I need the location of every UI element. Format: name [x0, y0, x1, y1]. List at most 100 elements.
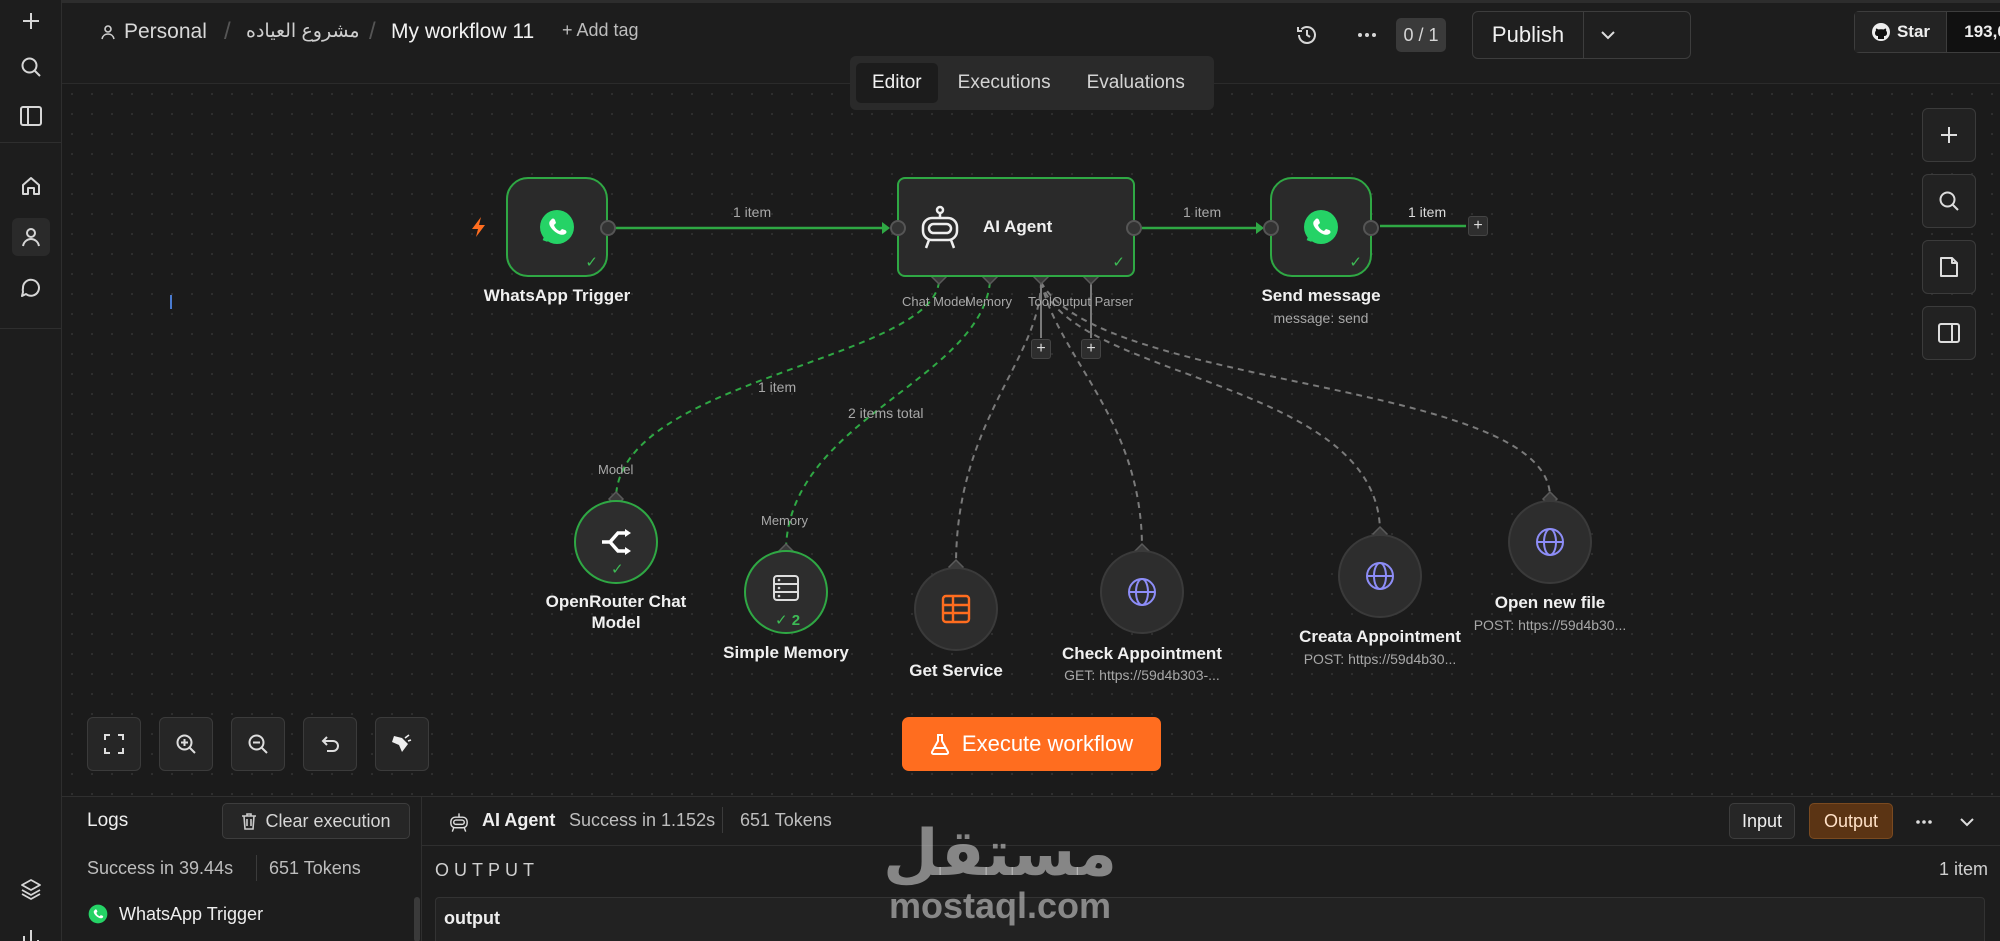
port-label-model: Model — [598, 462, 634, 477]
tab-editor[interactable]: Editor — [856, 63, 938, 103]
add-tool-button[interactable]: + — [1031, 339, 1051, 359]
zoom-in-icon[interactable] — [159, 717, 213, 771]
robot-icon — [921, 205, 959, 249]
publish-button[interactable]: Publish — [1473, 12, 1583, 58]
success-check-icon: ✓ — [1112, 254, 1125, 271]
logs-scrollbar[interactable] — [414, 897, 420, 941]
trigger-bolt-icon — [472, 217, 485, 237]
github-star-widget[interactable]: Star 193,091 — [1854, 11, 2000, 53]
sidebar-toggle-icon[interactable] — [12, 97, 50, 135]
workflow-name[interactable]: My workflow 11 — [391, 20, 534, 44]
more-options-icon[interactable] — [1909, 807, 1939, 837]
add-parser-button[interactable]: + — [1081, 339, 1101, 359]
node-simple-memory[interactable]: ✓ 2 — [744, 550, 828, 634]
home-icon[interactable] — [12, 167, 50, 205]
node-label: WhatsApp Trigger — [483, 286, 631, 305]
view-tabs: Editor Executions Evaluations — [850, 56, 1214, 110]
output-toggle-button[interactable]: Output — [1809, 803, 1893, 839]
publish-options-button[interactable] — [1583, 12, 1631, 58]
log-detail: AI Agent Success in 1.152s 651 Tokens In… — [422, 797, 2000, 941]
node-whatsapp-trigger[interactable]: ✓ — [506, 177, 608, 277]
add-tag-link[interactable]: + Add tag — [562, 20, 639, 41]
execute-workflow-button[interactable]: Execute workflow — [902, 717, 1161, 771]
search-icon[interactable] — [1922, 174, 1976, 228]
input-toggle-button[interactable]: Input — [1729, 803, 1795, 839]
panel-toggle-icon[interactable] — [1922, 306, 1976, 360]
node-openrouter[interactable]: ✓ — [574, 500, 658, 584]
node-label: Open new file — [1494, 593, 1606, 612]
more-options-icon[interactable] — [1350, 18, 1384, 52]
input-port[interactable] — [1263, 220, 1279, 236]
node-label: OpenRouter Chat Model — [545, 592, 687, 632]
active-counter: 0 / 1 — [1396, 18, 1446, 52]
breadcrumb-folder[interactable]: مشروع العياده — [246, 20, 360, 43]
user-icon[interactable] — [12, 218, 50, 256]
node-subtitle: message: send — [1273, 310, 1369, 326]
output-port[interactable] — [1126, 220, 1142, 236]
github-star-button[interactable]: Star — [1855, 12, 1947, 52]
input-port[interactable] — [890, 220, 906, 236]
tab-executions[interactable]: Executions — [942, 63, 1067, 103]
github-star-count: 193,091 — [1964, 22, 2000, 41]
fit-view-icon[interactable] — [87, 717, 141, 771]
node-subtitle: POST: https://59d4b30... — [1303, 651, 1457, 667]
breadcrumb-project[interactable]: Personal — [100, 20, 207, 44]
whatsapp-icon — [540, 210, 574, 244]
database-icon — [773, 575, 799, 601]
trash-icon — [242, 813, 257, 830]
github-icon — [1871, 23, 1890, 41]
edge-label: 1 item — [1183, 204, 1222, 220]
success-count-badge: ✓ 2 — [775, 612, 801, 629]
node-label: Check Appointment — [1062, 644, 1222, 663]
node-subtitle: GET: https://59d4b303-... — [1064, 667, 1220, 683]
log-entry[interactable]: WhatsApp Trigger — [87, 903, 263, 925]
mostaql-watermark: مستقل mostaql.com — [880, 822, 1120, 926]
logs-overview: Logs Clear execution Success in 39.44s 6… — [62, 797, 422, 941]
zoom-out-icon[interactable] — [231, 717, 285, 771]
logs-summary-tokens: 651 Tokens — [269, 858, 361, 878]
output-column-header: output — [444, 908, 500, 928]
templates-icon[interactable] — [12, 870, 50, 908]
watermark-latin: mostaql.com — [888, 885, 1112, 926]
publish-button-group: Publish — [1472, 11, 1691, 59]
left-sidebar — [0, 0, 62, 941]
clear-execution-label: Clear execution — [265, 810, 391, 831]
edge-label: 1 item — [733, 204, 772, 220]
search-icon[interactable] — [12, 48, 50, 86]
success-check-icon: ✓ — [1349, 254, 1362, 271]
add-node-icon[interactable] — [1922, 108, 1976, 162]
port-label-memory: Memory — [965, 294, 1012, 309]
github-star-label: Star — [1896, 22, 1931, 41]
success-check-icon: ✓ — [585, 254, 598, 271]
sticky-note-icon[interactable] — [1922, 240, 1976, 294]
node-create-appointment[interactable] — [1338, 534, 1422, 618]
add-icon[interactable] — [12, 2, 50, 40]
node-get-service[interactable] — [914, 567, 998, 651]
clear-execution-button[interactable]: Clear execution — [222, 803, 410, 839]
insights-icon[interactable] — [12, 918, 50, 941]
reset-zoom-icon[interactable] — [303, 717, 357, 771]
globe-icon — [1128, 578, 1156, 606]
text-cursor — [170, 295, 172, 309]
history-icon[interactable] — [1290, 18, 1324, 52]
node-ai-agent[interactable]: AI Agent ✓ — [897, 177, 1135, 277]
node-open-new-file[interactable] — [1508, 500, 1592, 584]
edge-label: 1 item — [1408, 204, 1447, 220]
tab-evaluations[interactable]: Evaluations — [1071, 63, 1201, 103]
node-send-message[interactable]: ✓ — [1270, 177, 1372, 277]
chat-icon[interactable] — [12, 269, 50, 307]
output-port[interactable] — [600, 220, 616, 236]
node-label: Send message — [1261, 286, 1381, 305]
output-port[interactable] — [1363, 220, 1379, 236]
node-label: AI Agent — [983, 217, 1053, 236]
node-subtitle: POST: https://59d4b30... — [1473, 617, 1627, 633]
node-check-appointment[interactable] — [1100, 550, 1184, 634]
output-table: output — [435, 897, 1985, 941]
add-node-button[interactable]: + — [1468, 216, 1488, 236]
log-entry-label: WhatsApp Trigger — [119, 903, 264, 924]
robot-icon — [450, 813, 468, 832]
node-label: Get Service — [909, 661, 1003, 680]
collapse-panel-icon[interactable] — [1952, 807, 1982, 837]
tidy-up-icon[interactable] — [375, 717, 429, 771]
flask-icon — [930, 734, 949, 755]
